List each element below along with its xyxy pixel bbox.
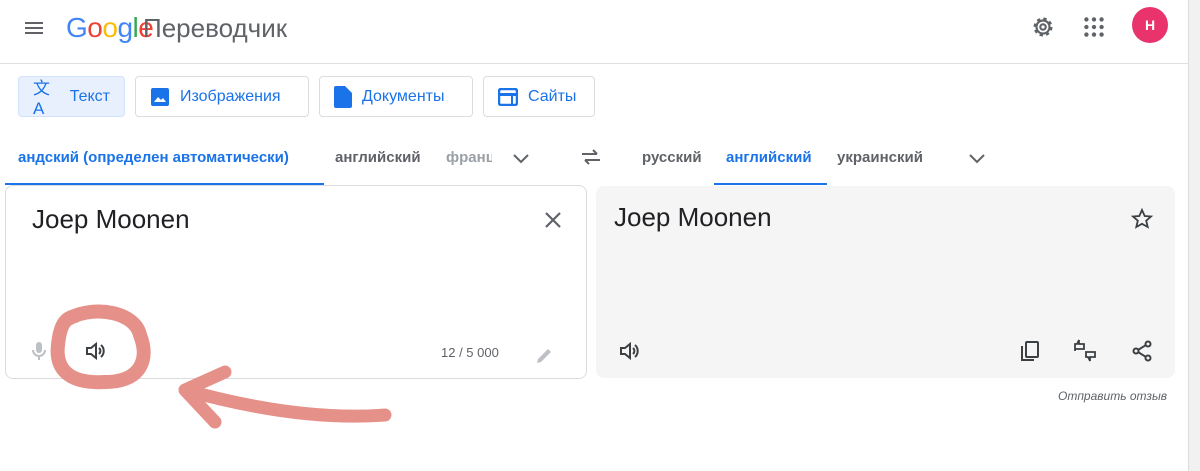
translate-icon: 文A — [33, 79, 50, 118]
microphone-icon[interactable] — [27, 339, 51, 363]
swap-languages-icon[interactable] — [579, 145, 603, 169]
send-feedback-link[interactable]: Отправить отзыв — [1058, 389, 1167, 403]
speaker-icon[interactable] — [83, 339, 107, 363]
gear-icon[interactable] — [1030, 14, 1056, 40]
copy-icon[interactable] — [1018, 339, 1042, 363]
target-lang-russian[interactable]: русский — [642, 149, 702, 166]
source-text-panel[interactable]: Joep Moonen 12 / 5 000 — [5, 185, 587, 379]
speaker-icon[interactable] — [617, 339, 641, 363]
translation-text: Joep Moonen — [614, 202, 772, 232]
tab-documents[interactable]: Документы — [319, 76, 473, 117]
tab-label: Текст — [69, 87, 110, 105]
chevron-down-icon[interactable] — [509, 146, 533, 170]
close-icon[interactable] — [541, 208, 565, 232]
google-logo[interactable]: Google — [66, 12, 154, 44]
source-textarea[interactable]: Joep Moonen — [32, 204, 190, 235]
tab-label: Изображения — [180, 87, 281, 105]
character-count: 12 / 5 000 — [441, 345, 499, 360]
tab-label: Документы — [362, 87, 445, 105]
website-icon — [498, 87, 518, 106]
product-title: Переводчик — [143, 13, 288, 43]
share-icon[interactable] — [1130, 339, 1154, 363]
pencil-icon[interactable] — [533, 343, 557, 367]
tab-label: Сайты — [528, 87, 577, 105]
tab-text[interactable]: 文A Текст — [18, 76, 125, 118]
tab-websites[interactable]: Сайты — [483, 76, 595, 117]
target-tab-indicator — [714, 183, 827, 185]
source-lang-english[interactable]: английский — [335, 149, 421, 166]
chevron-down-icon[interactable] — [965, 146, 989, 170]
target-lang-ukrainian[interactable]: украинский — [837, 149, 923, 166]
avatar[interactable]: Н — [1132, 7, 1168, 43]
translation-panel: Joep Moonen — [596, 186, 1175, 378]
source-lang-detected[interactable]: андский (определен автоматически) — [18, 149, 289, 166]
document-icon — [334, 85, 352, 108]
apps-grid-icon[interactable] — [1081, 14, 1107, 40]
rate-translation-icon[interactable] — [1073, 339, 1097, 363]
star-icon[interactable] — [1130, 207, 1154, 231]
tab-images[interactable]: Изображения — [135, 76, 309, 117]
source-lang-french[interactable]: франц — [446, 149, 492, 166]
app-header: Google Переводчик Н — [0, 0, 1188, 64]
scrollbar[interactable] — [1188, 0, 1200, 471]
image-icon — [151, 87, 169, 106]
target-lang-english[interactable]: английский — [726, 149, 812, 166]
menu-icon[interactable] — [22, 16, 46, 40]
